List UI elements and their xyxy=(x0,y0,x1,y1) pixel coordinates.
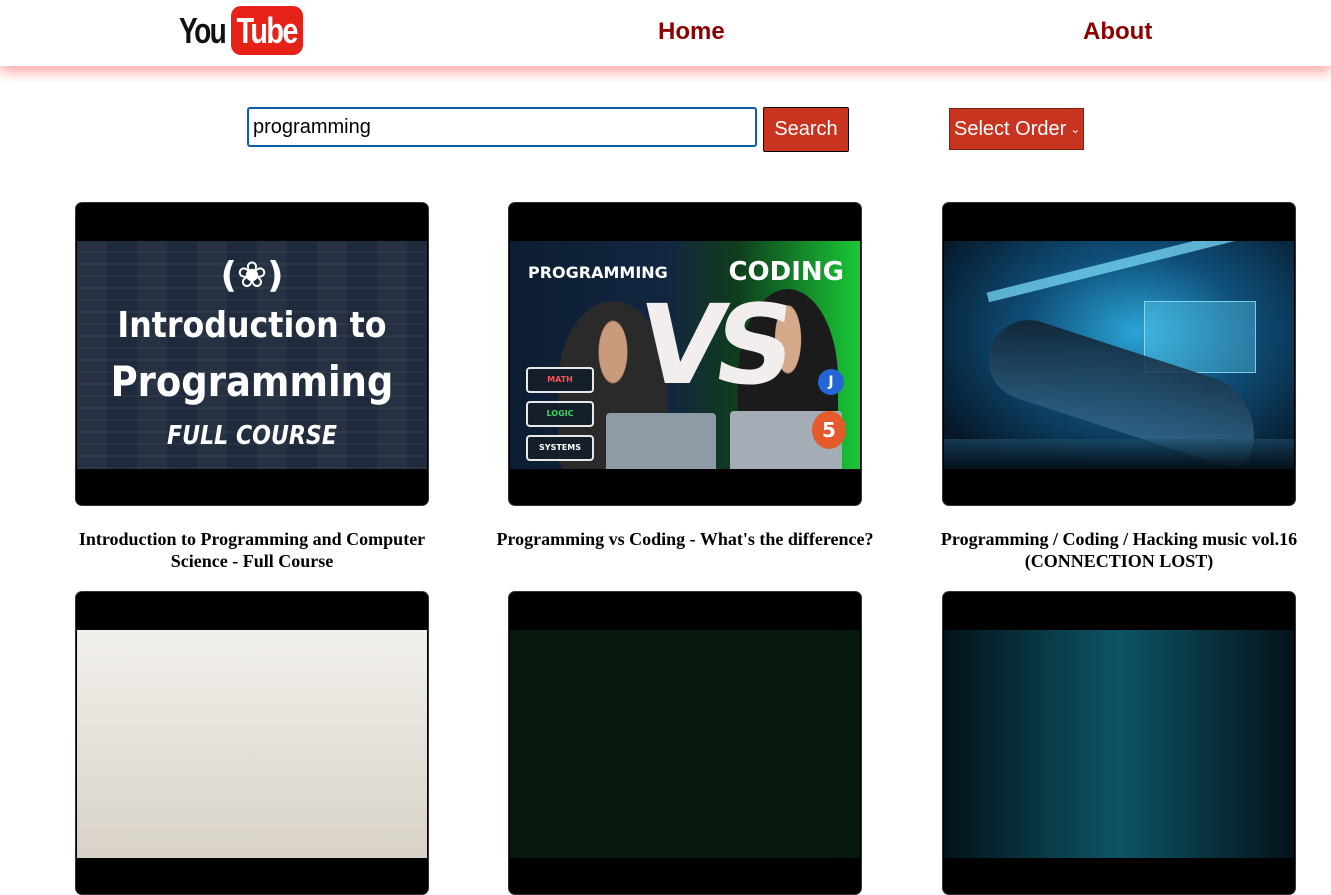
video-card[interactable] xyxy=(75,591,429,895)
chevron-down-icon: ⌄ xyxy=(1070,122,1081,136)
order-select[interactable]: Select Order ⌄ xyxy=(949,108,1084,150)
video-card[interactable] xyxy=(942,591,1296,895)
logo-tube-text: Tube xyxy=(236,9,299,51)
thumbnail-image xyxy=(77,630,427,858)
logo-you-text: You xyxy=(179,9,227,51)
thumbnail-image: (❀) Introduction to Programming FULL COU… xyxy=(77,241,427,469)
thumbnail-left-label: PROGRAMMING xyxy=(528,263,668,282)
video-thumbnail[interactable] xyxy=(508,591,862,895)
thumbnail-tag: SYSTEMS xyxy=(526,435,594,461)
thumbnail-tag: LOGIC xyxy=(526,401,594,427)
navbar: You Tube Home About xyxy=(0,0,1331,66)
thumbnail-light-beam xyxy=(986,241,1242,303)
video-title[interactable]: Programming vs Coding - What's the diffe… xyxy=(478,528,892,550)
search-input[interactable] xyxy=(247,107,757,147)
thumbnail-vs-text: VS xyxy=(631,281,794,409)
nav-home-link[interactable]: Home xyxy=(658,18,725,46)
nav-about-link[interactable]: About xyxy=(1083,18,1152,46)
flame-icon: (❀) xyxy=(220,255,284,296)
laptop-icon xyxy=(606,413,716,469)
video-card[interactable]: VS PROGRAMMING CODING MATH LOGIC SYSTEMS… xyxy=(497,202,873,582)
thumbnail-line-2: Programming xyxy=(110,357,394,406)
video-card[interactable]: (❀) Introduction to Programming FULL COU… xyxy=(75,202,429,582)
thumbnail-line-1: Introduction to xyxy=(117,305,387,346)
video-title[interactable]: Introduction to Programming and Computer… xyxy=(65,528,439,572)
thumbnail-image xyxy=(510,630,860,858)
video-card[interactable] xyxy=(508,591,862,895)
video-thumbnail[interactable]: VS PROGRAMMING CODING MATH LOGIC SYSTEMS… xyxy=(508,202,862,506)
youtube-logo[interactable]: You Tube xyxy=(179,6,303,55)
javascript-icon: J xyxy=(818,369,844,395)
order-select-value: Select Order xyxy=(954,117,1067,140)
video-thumbnail[interactable] xyxy=(942,202,1296,506)
html5-icon: 5 xyxy=(812,411,846,449)
video-card[interactable]: Programming / Coding / Hacking music vol… xyxy=(941,202,1297,582)
search-button[interactable]: Search xyxy=(763,107,849,152)
thumbnail-right-label: CODING xyxy=(728,257,844,287)
thumbnail-floor xyxy=(944,439,1294,469)
video-thumbnail[interactable]: (❀) Introduction to Programming FULL COU… xyxy=(75,202,429,506)
video-title[interactable]: Programming / Coding / Hacking music vol… xyxy=(926,528,1312,572)
thumbnail-line-3: FULL COURSE xyxy=(167,421,337,451)
video-thumbnail[interactable] xyxy=(942,591,1296,895)
thumbnail-image: VS PROGRAMMING CODING MATH LOGIC SYSTEMS… xyxy=(510,241,860,469)
thumbnail-tag: MATH xyxy=(526,367,594,393)
logo-tube-box: Tube xyxy=(231,6,303,55)
thumbnail-image xyxy=(944,241,1294,469)
video-thumbnail[interactable] xyxy=(75,591,429,895)
thumbnail-image xyxy=(944,630,1294,858)
